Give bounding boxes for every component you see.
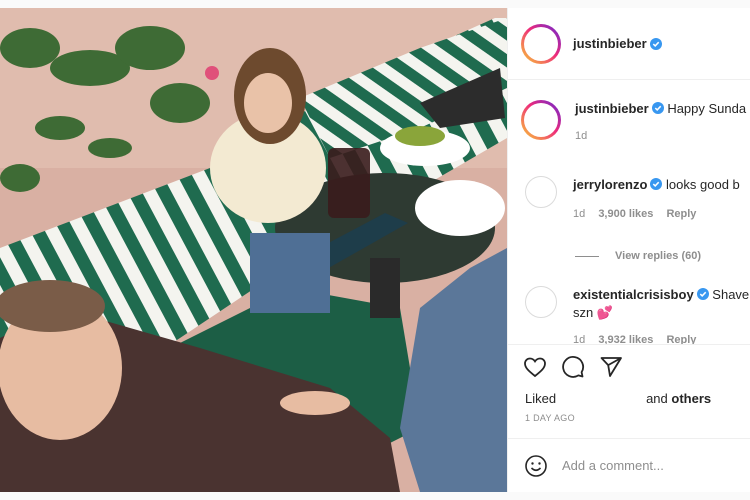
- commenter-avatar[interactable]: [521, 100, 561, 140]
- commenter-avatar[interactable]: [525, 176, 557, 208]
- comment-username[interactable]: existentialcrisisboy: [573, 287, 694, 302]
- comment-text: Happy Sunda: [667, 101, 747, 116]
- likes-suffix: and: [646, 391, 668, 406]
- post-photo[interactable]: [0, 8, 507, 492]
- instagram-post: justinbieber justinbieber Happy Sunda 1d: [0, 8, 750, 492]
- commenter-avatar[interactable]: [525, 286, 557, 318]
- verified-icon: [651, 102, 664, 114]
- comment-text: looks good b: [666, 177, 740, 192]
- action-bar: [508, 345, 750, 389]
- comment-username[interactable]: jerrylorenzo: [573, 177, 647, 192]
- likes-prefix: Liked: [525, 391, 557, 406]
- comment-text: Shave: [712, 287, 750, 302]
- post-sidebar: justinbieber justinbieber Happy Sunda 1d: [507, 8, 750, 492]
- author-avatar[interactable]: [521, 23, 561, 64]
- comment-item: jerrylorenzo looks good b 1d 3,900 likes…: [525, 176, 740, 220]
- view-replies-label: View replies (60): [615, 250, 702, 262]
- comment-time: 1d: [573, 334, 586, 344]
- photo-illustration: [0, 8, 507, 492]
- emoji-icon[interactable]: [524, 454, 548, 478]
- add-comment-bar: [508, 438, 750, 492]
- reply-button[interactable]: Reply: [666, 334, 696, 344]
- comment-text-continued: szn 💕: [573, 305, 614, 320]
- likes-others-link[interactable]: others: [671, 391, 711, 406]
- comment-icon[interactable]: [561, 355, 585, 379]
- reply-button[interactable]: Reply: [666, 208, 696, 220]
- heart-icon[interactable]: [523, 355, 547, 379]
- add-comment-input[interactable]: [562, 458, 742, 473]
- post-timestamp: 1 DAY AGO: [525, 413, 575, 423]
- verified-icon: [696, 288, 709, 300]
- comment-time: 1d: [573, 208, 586, 220]
- verified-icon: [649, 37, 662, 50]
- comment-username[interactable]: justinbieber: [575, 101, 649, 116]
- comment-item: existentialcrisisboy Shave szn 💕 1d 3,93…: [525, 286, 749, 344]
- comment-item: justinbieber Happy Sunda 1d: [521, 100, 746, 142]
- verified-icon: [650, 178, 663, 190]
- replies-divider: [575, 255, 599, 257]
- post-actions-section: Liked and others 1 DAY AGO: [508, 344, 750, 423]
- comment-time: 1d: [575, 130, 588, 142]
- comment-likes[interactable]: 3,900 likes: [598, 208, 653, 220]
- comment-likes[interactable]: 3,932 likes: [598, 334, 653, 344]
- share-icon[interactable]: [599, 355, 623, 379]
- comments-list: justinbieber Happy Sunda 1d jerrylorenzo…: [508, 90, 750, 344]
- view-replies-button[interactable]: View replies (60): [575, 250, 701, 262]
- author-username[interactable]: justinbieber: [573, 36, 647, 51]
- post-header: justinbieber: [508, 8, 750, 80]
- likes-summary: Liked and others: [508, 391, 750, 406]
